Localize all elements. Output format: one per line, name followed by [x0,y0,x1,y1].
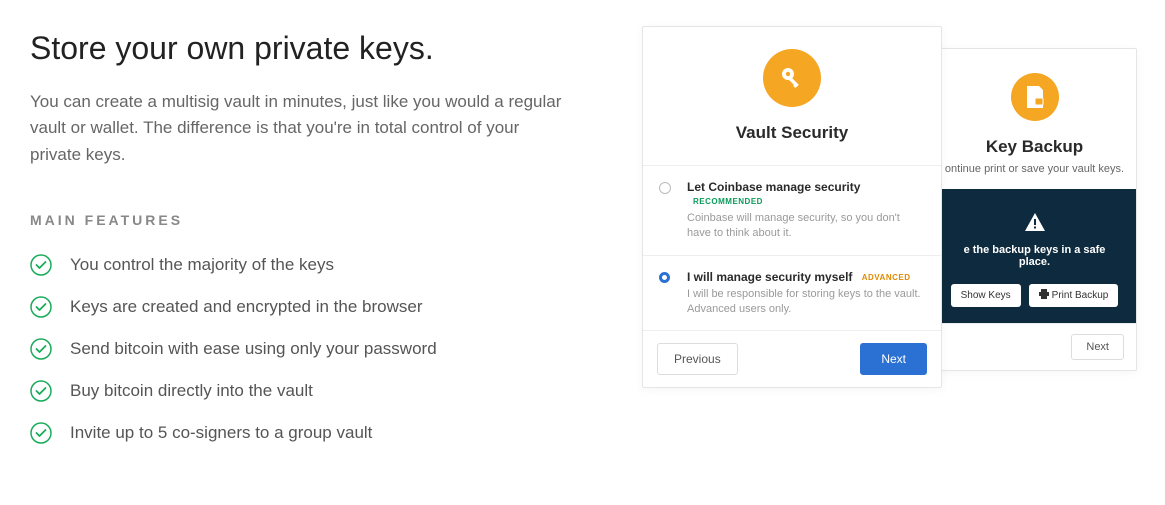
feature-item: Keys are created and encrypted in the br… [30,296,590,318]
security-card-title: Vault Security [736,123,848,143]
radio-selected[interactable] [659,272,670,283]
check-icon [30,254,52,276]
backup-warning-text: e the backup keys in a safe place. [947,244,1122,268]
option-title-text: Let Coinbase manage security [687,180,860,194]
recommended-tag: RECOMMENDED [693,197,763,206]
page-heading: Store your own private keys. [30,30,590,67]
advanced-tag: ADVANCED [862,273,911,282]
radio-unselected[interactable] [659,182,671,194]
feature-list: You control the majority of the keys Key… [30,254,590,444]
check-icon [30,338,52,360]
lock-document-icon [1011,73,1059,121]
backup-card-title: Key Backup [986,137,1083,157]
print-backup-button[interactable]: Print Backup [1029,284,1119,307]
option-description: I will be responsible for storing keys t… [687,287,923,317]
next-button[interactable]: Next [860,343,927,375]
feature-text: Keys are created and encrypted in the br… [70,297,422,317]
print-icon [1039,289,1049,302]
features-label: MAIN FEATURES [30,212,590,228]
page-description: You can create a multisig vault in minut… [30,89,570,168]
feature-item: Send bitcoin with ease using only your p… [30,338,590,360]
feature-item: Invite up to 5 co-signers to a group vau… [30,422,590,444]
feature-item: Buy bitcoin directly into the vault [30,380,590,402]
previous-button[interactable]: Previous [657,343,738,375]
feature-text: Send bitcoin with ease using only your p… [70,339,437,359]
backup-next-button[interactable]: Next [1071,334,1124,360]
check-icon [30,380,52,402]
option-title-text: I will manage security myself [687,270,852,284]
backup-subtitle: ontinue print or save your vault keys. [945,163,1124,175]
option-description: Coinbase will manage security, so you do… [687,211,923,241]
check-icon [30,296,52,318]
feature-text: Invite up to 5 co-signers to a group vau… [70,423,372,443]
security-option-coinbase[interactable]: Let Coinbase manage security RECOMMENDED… [643,165,941,255]
backup-warning-panel: e the backup keys in a safe place. Show … [933,189,1136,323]
vault-security-card: Vault Security Let Coinbase manage secur… [642,26,942,388]
security-option-self[interactable]: I will manage security myself ADVANCED I… [643,255,941,331]
feature-text: Buy bitcoin directly into the vault [70,381,313,401]
show-keys-button[interactable]: Show Keys [951,284,1021,307]
key-backup-card: Key Backup ontinue print or save your va… [932,48,1137,371]
check-icon [30,422,52,444]
feature-text: You control the majority of the keys [70,255,334,275]
key-icon [763,49,821,107]
warning-icon [1025,213,1045,236]
feature-item: You control the majority of the keys [30,254,590,276]
